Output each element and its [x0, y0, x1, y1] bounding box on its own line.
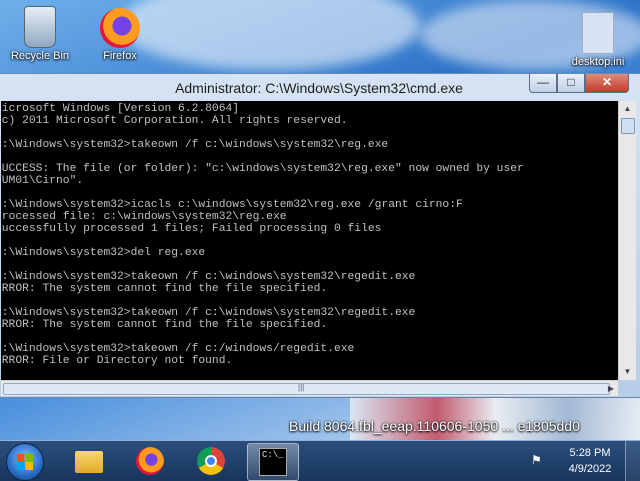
console-output[interactable]: Microsoft Windows [Version 6.2.8064] (c)…	[1, 101, 618, 380]
taskbar-app-file-explorer[interactable]	[64, 443, 114, 479]
firefox-icon	[100, 8, 140, 48]
minimize-button[interactable]: —	[529, 74, 557, 93]
vertical-scrollbar[interactable]: ▲ ▼	[618, 101, 636, 380]
desktop-icon-label: desktop.ini	[571, 56, 625, 68]
horizontal-scrollbar[interactable]: ||| ▶	[1, 380, 618, 396]
system-clock[interactable]: 5:28 PM 4/9/2022	[560, 445, 620, 477]
show-desktop-button[interactable]	[625, 441, 640, 481]
start-button[interactable]	[6, 443, 44, 481]
chrome-icon	[197, 447, 225, 475]
title-bar[interactable]: Administrator: C:\Windows\System32\cmd.e…	[0, 74, 640, 101]
close-button[interactable]: ✕	[585, 74, 629, 93]
scroll-up-icon[interactable]: ▲	[619, 101, 636, 117]
taskbar-app-firefox[interactable]	[125, 443, 175, 479]
desktop-icon-recycle-bin[interactable]: Recycle Bin	[5, 6, 75, 62]
action-center-flag-icon[interactable]: ⚑	[531, 453, 545, 469]
vertical-scroll-thumb[interactable]	[621, 118, 635, 134]
desktop-icon-label: Firefox	[103, 50, 137, 62]
horizontal-scroll-thumb[interactable]	[3, 383, 610, 395]
taskbar-app-command-prompt[interactable]: C:\_	[247, 443, 299, 481]
firefox-icon	[136, 447, 164, 475]
taskbar-app-chrome[interactable]	[186, 443, 236, 479]
scroll-grip-icon: |||	[298, 383, 305, 392]
wallpaper-cloud	[120, 0, 420, 70]
windows-logo-icon	[17, 454, 33, 470]
taskbar: C:\_ ⚑ 5:28 PM 4/9/2022	[0, 440, 640, 481]
scroll-right-icon[interactable]: ▶	[604, 381, 618, 396]
build-watermark: Build 8064.fbl_eeap.110606-1050 ... e180…	[289, 418, 580, 434]
cmd-icon: C:\_	[259, 448, 287, 476]
maximize-button[interactable]: □	[557, 74, 585, 93]
ini-file-icon	[582, 12, 614, 54]
recycle-bin-icon	[24, 6, 56, 48]
desktop-icon-label: Recycle Bin	[10, 50, 70, 62]
cmd-window[interactable]: Administrator: C:\Windows\System32\cmd.e…	[0, 73, 640, 398]
console-text: Microsoft Windows [Version 6.2.8064] (c)…	[1, 103, 524, 367]
window-controls: — □ ✕	[529, 74, 629, 93]
clock-time: 5:28 PM	[569, 447, 611, 459]
folder-icon	[75, 451, 103, 473]
desktop-icon-desktop-ini[interactable]: desktop.ini	[563, 12, 633, 68]
clock-date: 4/9/2022	[568, 463, 612, 475]
desktop-icon-firefox[interactable]: Firefox	[85, 8, 155, 62]
scroll-down-icon[interactable]: ▼	[619, 364, 636, 380]
